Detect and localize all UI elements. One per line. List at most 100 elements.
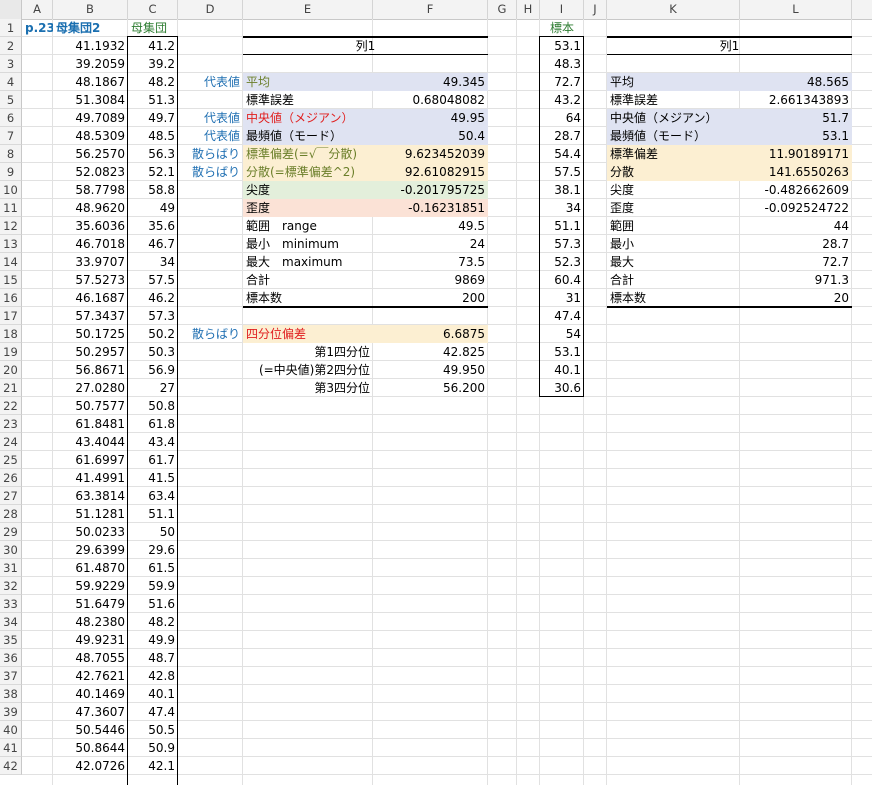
cell-c-value[interactable]: 39.2 (128, 55, 178, 73)
column-header-k[interactable]: K (607, 0, 740, 19)
cell-b-value[interactable]: 56.8671 (53, 361, 128, 379)
cell-b-value[interactable]: 42.0726 (53, 757, 128, 775)
cell-b-value[interactable]: 39.2059 (53, 55, 128, 73)
stats1-value[interactable]: 49.5 (373, 217, 488, 235)
row-header-14[interactable]: 14 (0, 253, 22, 271)
cell-c-value[interactable]: 50.3 (128, 343, 178, 361)
row-header-4[interactable]: 4 (0, 73, 22, 91)
row-header-17[interactable]: 17 (0, 307, 22, 325)
row-header-13[interactable]: 13 (0, 235, 22, 253)
row-header-24[interactable]: 24 (0, 433, 22, 451)
row-header-2[interactable]: 2 (0, 37, 22, 55)
cell-c-value[interactable]: 41.2 (128, 37, 178, 55)
row-header-36[interactable]: 36 (0, 649, 22, 667)
row-header-22[interactable]: 22 (0, 397, 22, 415)
cell-i-sample[interactable]: 30.6 (540, 379, 584, 397)
row-header-37[interactable]: 37 (0, 667, 22, 685)
cell-b-value[interactable]: 41.4991 (53, 469, 128, 487)
cell-c-value[interactable]: 48.7 (128, 649, 178, 667)
stats1-quartile-value[interactable]: 42.825 (373, 343, 488, 361)
cell-c-value[interactable]: 49.9 (128, 631, 178, 649)
cell-b-value[interactable]: 46.1687 (53, 289, 128, 307)
cell-i-sample[interactable]: 64 (540, 109, 584, 127)
stats2-value[interactable]: 2.661343893 (740, 91, 852, 109)
stats1-value[interactable]: 92.61082915 (373, 163, 488, 181)
cell-i-sample[interactable]: 52.3 (540, 253, 584, 271)
stats1-value[interactable]: 0.68048082 (373, 91, 488, 109)
row-header-9[interactable]: 9 (0, 163, 22, 181)
column-header-h[interactable]: H (517, 0, 540, 19)
cell-i-sample[interactable]: 28.7 (540, 127, 584, 145)
row-header-34[interactable]: 34 (0, 613, 22, 631)
cell-b-value[interactable]: 57.5273 (53, 271, 128, 289)
cell-b-value[interactable]: 35.6036 (53, 217, 128, 235)
cell-b-value[interactable]: 48.5309 (53, 127, 128, 145)
row-header-5[interactable]: 5 (0, 91, 22, 109)
cell-i-sample[interactable]: 54.4 (540, 145, 584, 163)
column-header-g[interactable]: G (488, 0, 517, 19)
stats1-value[interactable]: 9869 (373, 271, 488, 289)
cell-c-value[interactable]: 57.5 (128, 271, 178, 289)
row-header-20[interactable]: 20 (0, 361, 22, 379)
column-header-e[interactable]: E (243, 0, 373, 19)
cell-i-sample[interactable]: 53.1 (540, 37, 584, 55)
cell-c-value[interactable]: 52.1 (128, 163, 178, 181)
stats1-value[interactable]: 73.5 (373, 253, 488, 271)
cell-b-value[interactable]: 48.2380 (53, 613, 128, 631)
stats1-value[interactable]: 50.4 (373, 127, 488, 145)
row-header-31[interactable]: 31 (0, 559, 22, 577)
row-header-28[interactable]: 28 (0, 505, 22, 523)
stats2-value[interactable]: 20 (740, 289, 852, 307)
cell-c-value[interactable]: 61.7 (128, 451, 178, 469)
cell-c-value[interactable]: 51.1 (128, 505, 178, 523)
cell-c-value[interactable]: 50.8 (128, 397, 178, 415)
cell-c-value[interactable]: 48.5 (128, 127, 178, 145)
cell-b-value[interactable]: 48.9620 (53, 199, 128, 217)
row-header-16[interactable]: 16 (0, 289, 22, 307)
cell-c-value[interactable]: 51.6 (128, 595, 178, 613)
cell-b-value[interactable]: 50.7577 (53, 397, 128, 415)
cell-b-value[interactable]: 43.4044 (53, 433, 128, 451)
cell-i-sample[interactable]: 38.1 (540, 181, 584, 199)
column-header-d[interactable]: D (178, 0, 243, 19)
spreadsheet[interactable]: ABCDEFGHIJKL 1 2 3 4 5 6 7 8 9 10 11 12 13 14 15 16 17 18… (0, 0, 872, 785)
cell-b-value[interactable]: 51.3084 (53, 91, 128, 109)
stats2-value[interactable]: 51.7 (740, 109, 852, 127)
cell-i-sample[interactable]: 47.4 (540, 307, 584, 325)
cell-c-value[interactable]: 50.9 (128, 739, 178, 757)
stats1-header[interactable]: 列1 (243, 37, 488, 55)
row-header-18[interactable]: 18 (0, 325, 22, 343)
row-header-42[interactable]: 42 (0, 757, 22, 775)
cell-b-value[interactable]: 50.2957 (53, 343, 128, 361)
cell-b-value[interactable]: 50.5446 (53, 721, 128, 739)
cell-b-value[interactable]: 46.7018 (53, 235, 128, 253)
stats2-value[interactable]: -0.092524722 (740, 199, 852, 217)
cell-i-sample[interactable]: 57.5 (540, 163, 584, 181)
row-header-7[interactable]: 7 (0, 127, 22, 145)
cell-i1-header[interactable]: 標本 (540, 19, 584, 37)
cell-b-value[interactable]: 42.7621 (53, 667, 128, 685)
cell-c1-header[interactable]: 母集団 (128, 19, 178, 37)
stats2-value[interactable]: 72.7 (740, 253, 852, 271)
cell-i-sample[interactable]: 48.3 (540, 55, 584, 73)
stats2-value[interactable]: 28.7 (740, 235, 852, 253)
cell-c-value[interactable]: 49 (128, 199, 178, 217)
cell-b-value[interactable]: 63.3814 (53, 487, 128, 505)
stats1-quartile-value[interactable]: 6.6875 (373, 325, 488, 343)
cell-i-sample[interactable]: 54 (540, 325, 584, 343)
cell-c-value[interactable]: 57.3 (128, 307, 178, 325)
row-header-21[interactable]: 21 (0, 379, 22, 397)
cell-b-value[interactable]: 61.6997 (53, 451, 128, 469)
cell-c-value[interactable]: 61.5 (128, 559, 178, 577)
cell-c-value[interactable]: 34 (128, 253, 178, 271)
cell-b-value[interactable]: 50.1725 (53, 325, 128, 343)
cell-b-value[interactable]: 33.9707 (53, 253, 128, 271)
cell-c-value[interactable]: 50.5 (128, 721, 178, 739)
cell-c-value[interactable]: 27 (128, 379, 178, 397)
cell-c-value[interactable]: 29.6 (128, 541, 178, 559)
cell-b-value[interactable]: 61.4870 (53, 559, 128, 577)
row-header-29[interactable]: 29 (0, 523, 22, 541)
stats2-value[interactable]: 44 (740, 217, 852, 235)
row-header-30[interactable]: 30 (0, 541, 22, 559)
cell-c-value[interactable]: 56.3 (128, 145, 178, 163)
